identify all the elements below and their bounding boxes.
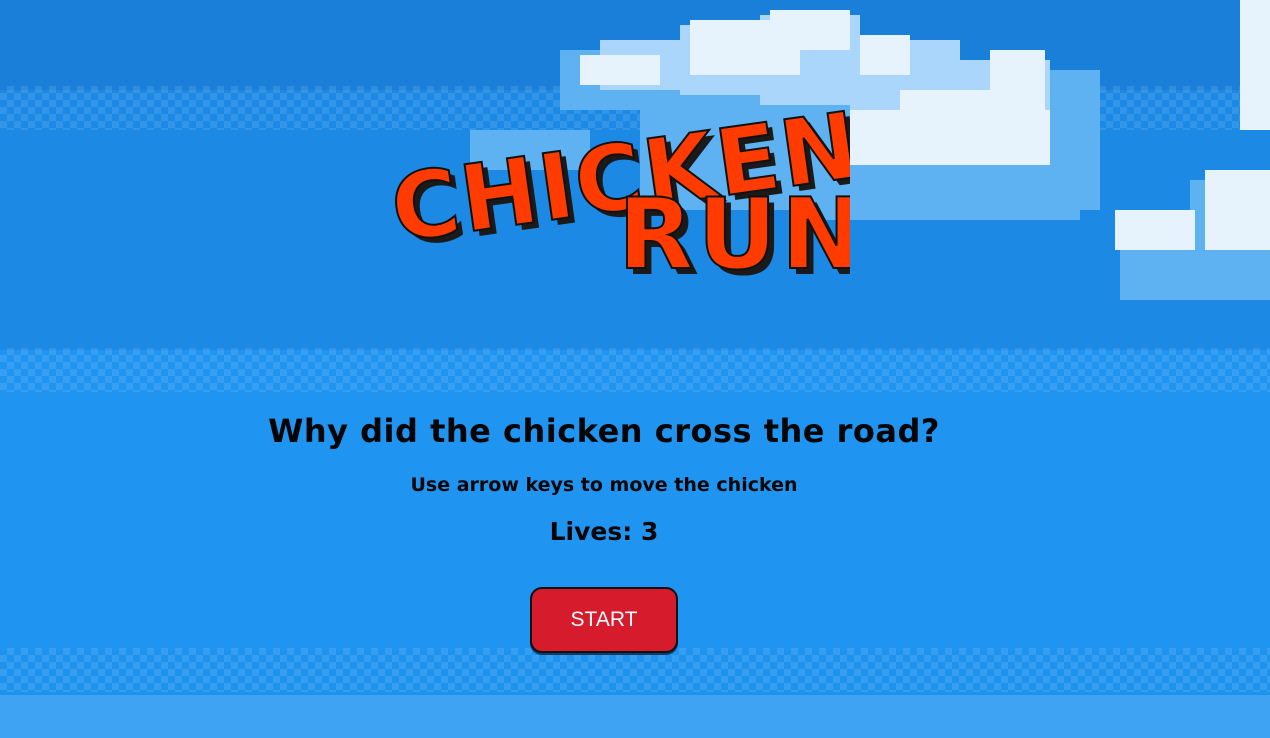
instructions-text: Use arrow keys to move the chicken: [410, 474, 798, 496]
lives-counter: Lives: 3: [549, 517, 659, 546]
start-button[interactable]: START: [530, 587, 678, 653]
game-logo: CHICKEN CHICKEN RUN RUN: [384, 91, 850, 290]
cloud-right: [1115, 0, 1270, 250]
page-heading: Why did the chicken cross the road?: [268, 412, 940, 450]
logo-line2: RUN: [618, 178, 850, 290]
